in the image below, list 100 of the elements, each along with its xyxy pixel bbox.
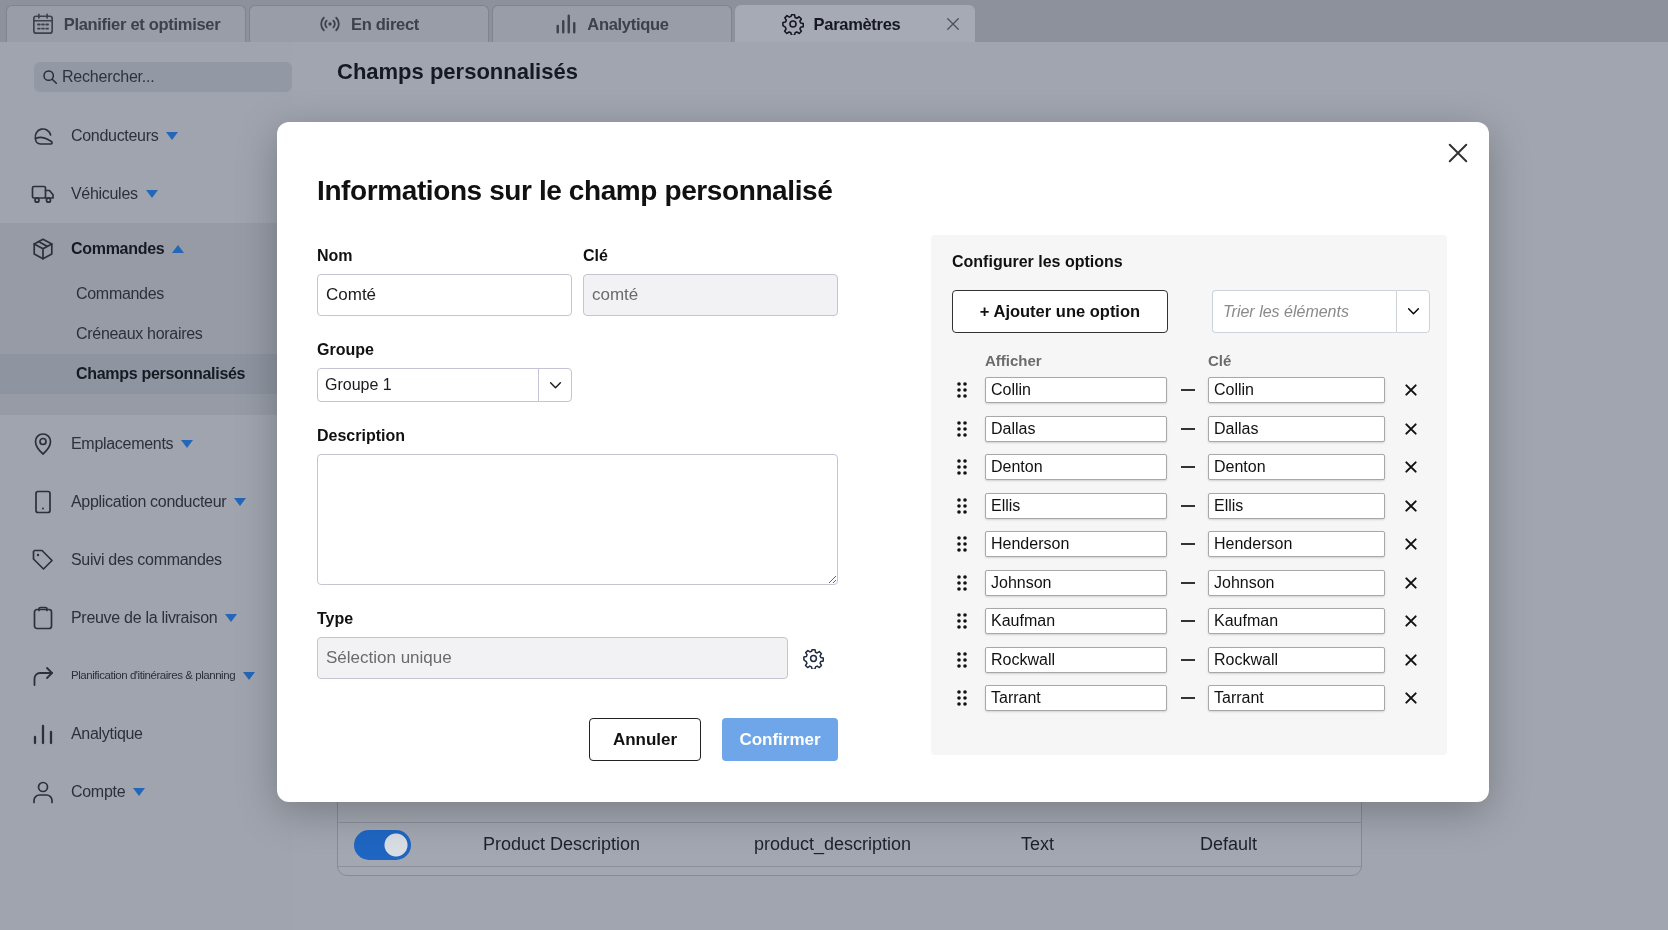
dash-icon <box>1180 620 1195 622</box>
dialog-title: Informations sur le champ personnalisé <box>317 174 833 208</box>
user-icon <box>31 780 55 804</box>
sidebar-item[interactable]: Analytique <box>0 705 292 763</box>
clipboard-icon <box>31 606 55 630</box>
table-cell-text: Text <box>1021 833 1054 856</box>
display-field[interactable]: Ellis <box>985 492 1167 519</box>
drag-handle-icon[interactable] <box>957 651 967 668</box>
display-field[interactable]: Henderson <box>985 531 1167 557</box>
tab[interactable]: Paramètres <box>735 5 975 42</box>
remove-option-button[interactable] <box>1404 652 1418 667</box>
table-cell-text: Product Description <box>483 833 641 856</box>
add-option-button[interactable]: + Ajouter une option <box>952 290 1168 333</box>
display-field[interactable]: Rockwall <box>985 646 1167 673</box>
remove-option-button[interactable] <box>1404 691 1418 705</box>
remove-option-button[interactable] <box>1404 537 1418 551</box>
display-field[interactable]: Collin <box>985 377 1167 403</box>
display-field[interactable]: Johnson <box>985 569 1167 596</box>
key-field[interactable]: Ellis <box>1208 492 1385 519</box>
sidebar-item[interactable]: Application conducteur <box>0 473 292 531</box>
remove-option-button[interactable] <box>1404 383 1418 397</box>
display-field[interactable]: Kaufman <box>985 608 1167 634</box>
key-field[interactable]: Rockwall <box>1208 646 1385 673</box>
field-label: Nom <box>317 247 353 265</box>
key-field[interactable]: Henderson <box>1208 531 1385 557</box>
column-header: Afficher <box>985 352 1042 370</box>
key-field[interactable]: Collin <box>1208 377 1385 403</box>
sidebar-item[interactable]: Planification d'itinéraires & planning <box>0 647 292 705</box>
table-cell-text: product_description <box>754 833 912 857</box>
field-label: Clé <box>583 247 608 265</box>
close-icon <box>1404 460 1418 474</box>
drag-handle-icon[interactable] <box>957 574 967 591</box>
close-icon <box>1404 537 1418 551</box>
key-field[interactable]: Johnson <box>1208 569 1385 596</box>
page-title: Champs personnalisés <box>337 59 578 85</box>
sidebar-item[interactable]: Véhicules <box>0 165 292 223</box>
key-field[interactable]: Denton <box>1208 454 1385 480</box>
close-icon <box>1404 614 1418 628</box>
description-field[interactable] <box>317 454 838 585</box>
text-field[interactable]: Comté <box>317 274 572 316</box>
bar-chart-icon <box>31 722 55 746</box>
key-field[interactable]: Kaufman <box>1208 608 1385 634</box>
drag-handle-icon[interactable] <box>957 420 967 437</box>
remove-option-button[interactable] <box>1404 498 1418 513</box>
sidebar-item[interactable]: Compte <box>0 763 292 821</box>
close-icon <box>1404 575 1418 590</box>
key-field[interactable]: Dallas <box>1208 415 1385 442</box>
table-cell-text: Default <box>1200 833 1258 856</box>
dash-icon <box>1180 658 1195 661</box>
drag-handle-icon[interactable] <box>957 459 967 475</box>
arrow-icon <box>31 664 55 688</box>
close-icon <box>946 17 960 31</box>
section-title: Configurer les options <box>952 252 1123 272</box>
column-header: Clé <box>1208 352 1232 370</box>
sidebar-item[interactable]: Preuve de la livraison <box>0 589 292 647</box>
display-field[interactable]: Dallas <box>985 415 1167 442</box>
display-field[interactable]: Tarrant <box>985 685 1167 711</box>
drag-handle-icon[interactable] <box>957 497 967 514</box>
close-icon <box>1404 691 1418 705</box>
dash-icon <box>1180 543 1195 545</box>
tab[interactable]: Analytique <box>492 5 732 42</box>
tag-icon <box>31 548 55 572</box>
drag-handle-icon[interactable] <box>957 536 967 552</box>
close-icon <box>1404 498 1418 513</box>
sort-field[interactable]: Trier les éléments <box>1212 290 1396 333</box>
remove-option-button[interactable] <box>1404 614 1418 628</box>
close-icon <box>1404 383 1418 397</box>
tab[interactable]: En direct <box>249 5 489 42</box>
calendar-icon <box>31 13 54 35</box>
remove-option-button[interactable] <box>1404 575 1418 590</box>
key-field[interactable]: Tarrant <box>1208 685 1385 711</box>
dialog-button[interactable]: Annuler <box>589 718 701 761</box>
close-icon <box>1404 652 1418 667</box>
dropdown-field[interactable]: Groupe 1 <box>317 368 572 402</box>
remove-option-button[interactable] <box>1404 421 1418 436</box>
drag-handle-icon[interactable] <box>957 690 967 706</box>
sidebar-item[interactable]: Conducteurs <box>0 107 292 165</box>
drag-handle-icon[interactable] <box>957 613 967 629</box>
tab[interactable]: Planifier et optimiser <box>6 5 246 42</box>
search-field[interactable]: Rechercher... <box>34 62 292 92</box>
sidebar-item[interactable]: Commandes <box>0 223 292 274</box>
dash-icon <box>1180 427 1195 430</box>
dash-icon <box>1180 697 1195 699</box>
dash-icon <box>1180 389 1195 391</box>
search-icon <box>42 69 58 85</box>
field-label: Type <box>317 610 354 628</box>
bar-chart-icon <box>555 13 578 35</box>
close-icon <box>1404 421 1418 436</box>
dash-icon <box>1180 581 1195 584</box>
remove-option-button[interactable] <box>1404 460 1418 474</box>
settings-button[interactable] <box>803 647 824 669</box>
box-icon <box>31 236 55 261</box>
close-icon <box>1447 142 1469 164</box>
drag-handle-icon[interactable] <box>957 382 967 398</box>
sidebar-item[interactable]: Suivi des commandes <box>0 531 292 589</box>
settings-icon <box>803 647 824 669</box>
toggle-switch[interactable] <box>354 829 411 860</box>
dash-icon <box>1180 466 1195 468</box>
display-field[interactable]: Denton <box>985 454 1167 480</box>
sidebar-item[interactable]: Emplacements <box>0 415 292 473</box>
